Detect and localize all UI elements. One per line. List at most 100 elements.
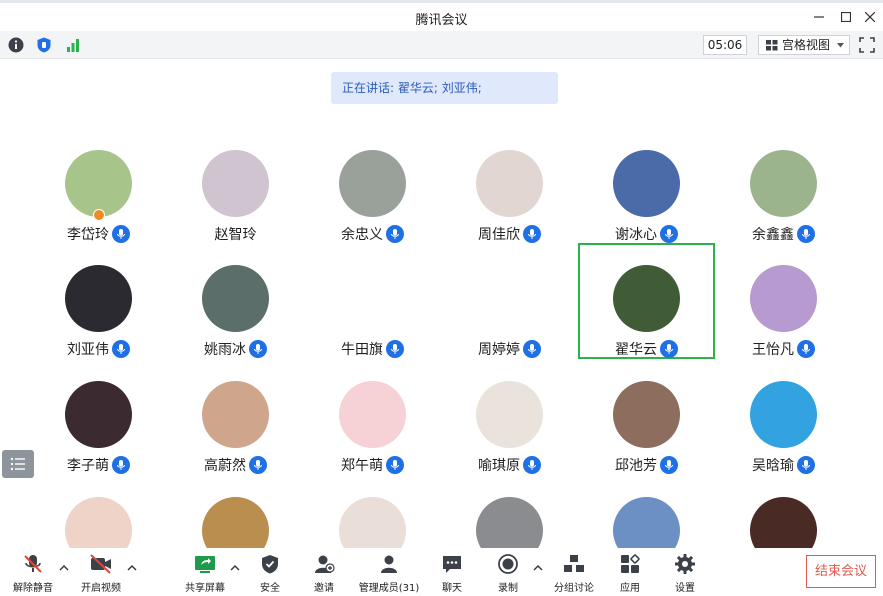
- participant-name: 邱池芳: [615, 458, 657, 474]
- avatar: [476, 265, 543, 332]
- maximize-button[interactable]: [835, 7, 857, 27]
- participant-name: 郑午萌: [341, 458, 383, 474]
- fullscreen-icon[interactable]: [858, 36, 876, 54]
- chevron-up-icon[interactable]: [58, 562, 70, 574]
- avatar: [339, 150, 406, 217]
- settings-button[interactable]: 设置: [667, 548, 703, 596]
- start-video-button[interactable]: 开启视频: [78, 548, 124, 596]
- avatar: [202, 381, 269, 448]
- chevron-up-icon[interactable]: [532, 562, 544, 574]
- participant-tile[interactable]: 高蔚然: [167, 361, 304, 477]
- shield-icon[interactable]: [35, 36, 53, 54]
- participant-list-toggle[interactable]: [2, 450, 34, 478]
- settings-label: 设置: [675, 583, 695, 594]
- participant-tile[interactable]: 余忠义: [304, 130, 441, 246]
- end-meeting-button[interactable]: 结束会议: [806, 555, 876, 588]
- participant-tile[interactable]: 喻琪原: [441, 361, 578, 477]
- chevron-up-icon[interactable]: [126, 562, 138, 574]
- participant-tile[interactable]: 李岱玲: [30, 130, 167, 246]
- microphone-icon: [797, 456, 815, 474]
- view-mode-select[interactable]: 宫格视图: [758, 35, 850, 55]
- microphone-icon: [249, 456, 267, 474]
- microphone-icon: [660, 340, 678, 358]
- avatar: [476, 150, 543, 217]
- participant-tile[interactable]: 谢冰心: [578, 130, 715, 246]
- meeting-timer: 05:06: [703, 35, 747, 55]
- avatar: [750, 265, 817, 332]
- participant-tile[interactable]: 周婷婷: [441, 245, 578, 361]
- participant-name: 喻琪原: [478, 458, 520, 474]
- participant-tile[interactable]: 赵智玲: [167, 130, 304, 246]
- participant-tile[interactable]: 牛田旗: [304, 245, 441, 361]
- security-button[interactable]: 安全: [252, 548, 288, 596]
- chevron-down-icon: [837, 43, 844, 48]
- minimize-button[interactable]: [808, 7, 830, 27]
- participant-tile[interactable]: 李子萌: [30, 361, 167, 477]
- participant-tile[interactable]: 刘亚伟: [30, 245, 167, 361]
- microphone-icon: [523, 340, 541, 358]
- participant-tile[interactable]: 王怡凡: [715, 245, 852, 361]
- participant-name: 姚雨冰: [204, 342, 246, 358]
- grid-view-icon: [766, 40, 778, 51]
- participant-name-row: 郑午萌: [304, 455, 441, 475]
- manage-members-label: 管理成员(31): [358, 583, 420, 594]
- avatar: [613, 381, 680, 448]
- participant-name: 周婷婷: [478, 342, 520, 358]
- gear-icon: [672, 552, 698, 576]
- participant-tile[interactable]: 郑午萌: [304, 361, 441, 477]
- chat-icon: [439, 552, 465, 576]
- record-label: 录制: [498, 583, 518, 594]
- participant-name: 赵智玲: [214, 227, 257, 243]
- participant-name: 王怡凡: [752, 342, 794, 358]
- close-button[interactable]: [859, 7, 881, 27]
- avatar: [339, 381, 406, 448]
- info-icon[interactable]: [7, 36, 25, 54]
- record-button[interactable]: 录制: [490, 548, 526, 596]
- chat-button[interactable]: 聊天: [434, 548, 470, 596]
- chevron-up-icon[interactable]: [229, 562, 241, 574]
- share-screen-button[interactable]: 共享屏幕: [182, 548, 228, 596]
- microphone-icon: [386, 340, 404, 358]
- participant-name: 李子萌: [67, 458, 109, 474]
- participant-name: 刘亚伟: [67, 342, 109, 358]
- invite-label: 邀请: [314, 583, 334, 594]
- participant-tile[interactable]: 吴晗瑜: [715, 361, 852, 477]
- participant-name: 吴晗瑜: [752, 458, 794, 474]
- share-screen-label: 共享屏幕: [185, 583, 225, 594]
- avatar: [65, 150, 132, 217]
- manage-members-button[interactable]: 管理成员(31): [356, 548, 422, 596]
- microphone-icon: [660, 456, 678, 474]
- apps-button[interactable]: 应用: [612, 548, 648, 596]
- participant-tile[interactable]: 余鑫鑫: [715, 130, 852, 246]
- participant-tile[interactable]: 翟华云: [578, 243, 715, 359]
- avatar: [750, 381, 817, 448]
- breakout-rooms-button[interactable]: 分组讨论: [551, 548, 597, 596]
- invite-button[interactable]: 邀请: [306, 548, 342, 596]
- participant-name-row: 周佳欣: [441, 224, 578, 244]
- add-person-icon: [311, 552, 337, 576]
- participant-tile[interactable]: 周佳欣: [441, 130, 578, 246]
- shield-icon: [257, 552, 283, 576]
- avatar: [613, 150, 680, 217]
- participant-name-row: 翟华云: [580, 339, 713, 359]
- security-label: 安全: [260, 583, 280, 594]
- unmute-label: 解除静音: [13, 583, 53, 594]
- participant-name-row: 李岱玲: [30, 224, 167, 244]
- microphone-muted-icon: [20, 552, 46, 576]
- unmute-button[interactable]: 解除静音: [10, 548, 56, 596]
- participant-name: 周佳欣: [478, 227, 520, 243]
- participant-name-row: 余鑫鑫: [715, 224, 852, 244]
- microphone-icon: [112, 225, 130, 243]
- title-bar: 腾讯会议: [0, 3, 883, 31]
- participant-tile[interactable]: 邱池芳: [578, 361, 715, 477]
- participant-name-row: 牛田旗: [304, 339, 441, 359]
- microphone-icon: [660, 225, 678, 243]
- participant-name: 余忠义: [341, 227, 383, 243]
- microphone-icon: [249, 340, 267, 358]
- signal-icon[interactable]: [64, 36, 82, 54]
- participant-tile[interactable]: 姚雨冰: [167, 245, 304, 361]
- participant-name-row: 吴晗瑜: [715, 455, 852, 475]
- participant-name-row: 喻琪原: [441, 455, 578, 475]
- participant-name: 谢冰心: [615, 227, 657, 243]
- participant-name-row: 邱池芳: [578, 455, 715, 475]
